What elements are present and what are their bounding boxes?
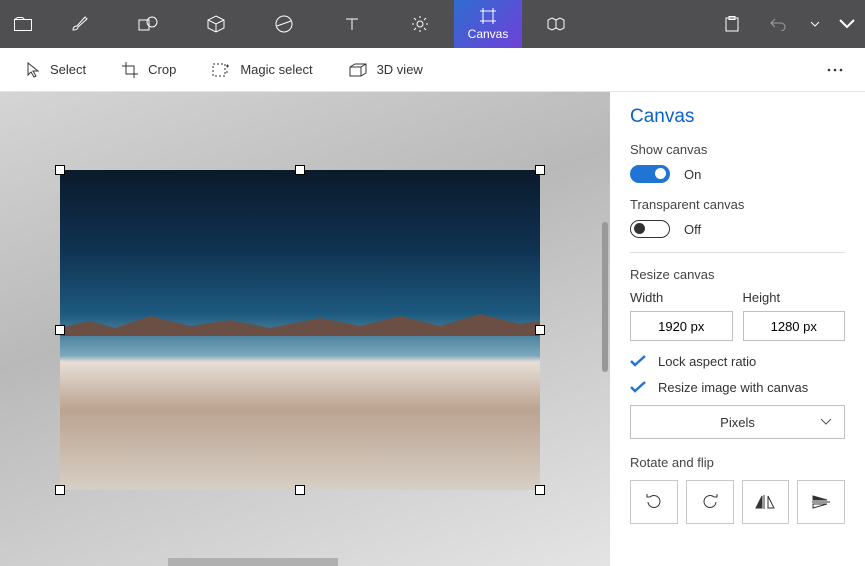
crop-label: Crop	[148, 62, 176, 77]
sun-icon	[411, 15, 429, 33]
lock-aspect-label: Lock aspect ratio	[658, 354, 756, 369]
canvas-frame[interactable]	[60, 170, 540, 490]
3d-view-label: 3D view	[377, 62, 423, 77]
ribbon-spacer	[590, 0, 709, 48]
transparent-canvas-state: Off	[684, 222, 701, 237]
canvas-icon	[479, 7, 497, 25]
magic-select-tool[interactable]: Magic select	[194, 48, 330, 92]
crop-icon	[122, 62, 138, 78]
expand-button[interactable]	[829, 0, 865, 48]
folder-icon	[14, 17, 32, 31]
main-area: Canvas Show canvas On Transparent canvas…	[0, 92, 865, 566]
units-select[interactable]: Pixels	[630, 405, 845, 439]
rotate-left-icon	[644, 493, 664, 511]
canvas-image[interactable]	[60, 170, 540, 490]
caret-down-icon	[810, 21, 820, 27]
side-panel: Canvas Show canvas On Transparent canvas…	[610, 92, 865, 566]
resize-canvas-label: Resize canvas	[630, 267, 845, 282]
library-icon	[546, 16, 566, 32]
lock-aspect-checkbox[interactable]	[630, 353, 646, 369]
resize-handle-mr[interactable]	[536, 326, 544, 334]
cube-icon	[207, 15, 225, 33]
crop-tool[interactable]: Crop	[104, 48, 194, 92]
3d-shapes-button[interactable]	[182, 0, 250, 48]
rotate-left-button[interactable]	[630, 480, 678, 524]
vertical-scrollbar[interactable]	[602, 222, 608, 372]
text-button[interactable]	[318, 0, 386, 48]
paste-button[interactable]	[709, 0, 755, 48]
zoom-out-button[interactable]	[725, 48, 769, 92]
magic-select-icon	[212, 63, 230, 77]
2d-shapes-button[interactable]	[114, 0, 182, 48]
top-ribbon: Canvas	[0, 0, 865, 48]
transparent-canvas-toggle[interactable]	[630, 220, 670, 238]
flip-horizontal-button[interactable]	[742, 480, 790, 524]
rotate-flip-label: Rotate and flip	[630, 455, 845, 470]
flip-vertical-button[interactable]	[797, 480, 845, 524]
flip-horizontal-icon	[755, 494, 775, 510]
resize-image-checkbox[interactable]	[630, 379, 646, 395]
horizontal-scrollbar[interactable]	[168, 558, 338, 566]
clipboard-icon	[725, 16, 739, 32]
select-label: Select	[50, 62, 86, 77]
show-canvas-label: Show canvas	[630, 142, 845, 157]
pointer-icon	[26, 62, 40, 78]
resize-handle-tm[interactable]	[296, 166, 304, 174]
rotate-right-button[interactable]	[686, 480, 734, 524]
resize-handle-tr[interactable]	[536, 166, 544, 174]
more-button[interactable]	[813, 48, 857, 92]
undo-button[interactable]	[755, 0, 801, 48]
undo-icon	[769, 17, 787, 31]
height-label: Height	[743, 290, 846, 305]
chevron-down-icon	[820, 418, 832, 426]
flip-vertical-icon	[811, 494, 831, 510]
panel-title: Canvas	[630, 106, 845, 128]
units-value: Pixels	[720, 415, 755, 430]
3d-library-button[interactable]	[522, 0, 590, 48]
brushes-button[interactable]	[46, 0, 114, 48]
height-input[interactable]	[743, 311, 846, 341]
canvas-tab[interactable]: Canvas	[454, 0, 522, 48]
menu-button[interactable]	[0, 0, 46, 48]
divider	[630, 252, 845, 253]
ellipsis-icon	[827, 68, 843, 72]
rotate-right-icon	[700, 493, 720, 511]
3d-view-icon	[349, 63, 367, 77]
image-horizon	[60, 306, 540, 336]
show-canvas-state: On	[684, 167, 701, 182]
width-input[interactable]	[630, 311, 733, 341]
transparent-canvas-label: Transparent canvas	[630, 197, 845, 212]
brush-icon	[70, 15, 90, 33]
resize-handle-tl[interactable]	[56, 166, 64, 174]
resize-handle-bl[interactable]	[56, 486, 64, 494]
3d-view-tool[interactable]: 3D view	[331, 48, 441, 92]
resize-image-label: Resize image with canvas	[658, 380, 808, 395]
select-tool[interactable]: Select	[8, 48, 104, 92]
minus-icon	[740, 63, 754, 77]
shapes-2d-icon	[138, 16, 158, 32]
magic-select-label: Magic select	[240, 62, 312, 77]
zoom-in-button[interactable]	[769, 48, 813, 92]
canvas-tab-label: Canvas	[468, 27, 509, 41]
resize-handle-ml[interactable]	[56, 326, 64, 334]
chevron-down-icon	[839, 19, 855, 29]
sticker-icon	[275, 15, 293, 33]
resize-handle-br[interactable]	[536, 486, 544, 494]
show-canvas-toggle[interactable]	[630, 165, 670, 183]
width-label: Width	[630, 290, 733, 305]
stickers-button[interactable]	[250, 0, 318, 48]
history-dropdown[interactable]	[801, 0, 829, 48]
plus-icon	[784, 63, 798, 77]
canvas-workspace[interactable]	[0, 92, 610, 566]
secondary-toolbar: Select Crop Magic select 3D view	[0, 48, 865, 92]
text-icon	[344, 16, 360, 32]
resize-handle-bm[interactable]	[296, 486, 304, 494]
effects-button[interactable]	[386, 0, 454, 48]
